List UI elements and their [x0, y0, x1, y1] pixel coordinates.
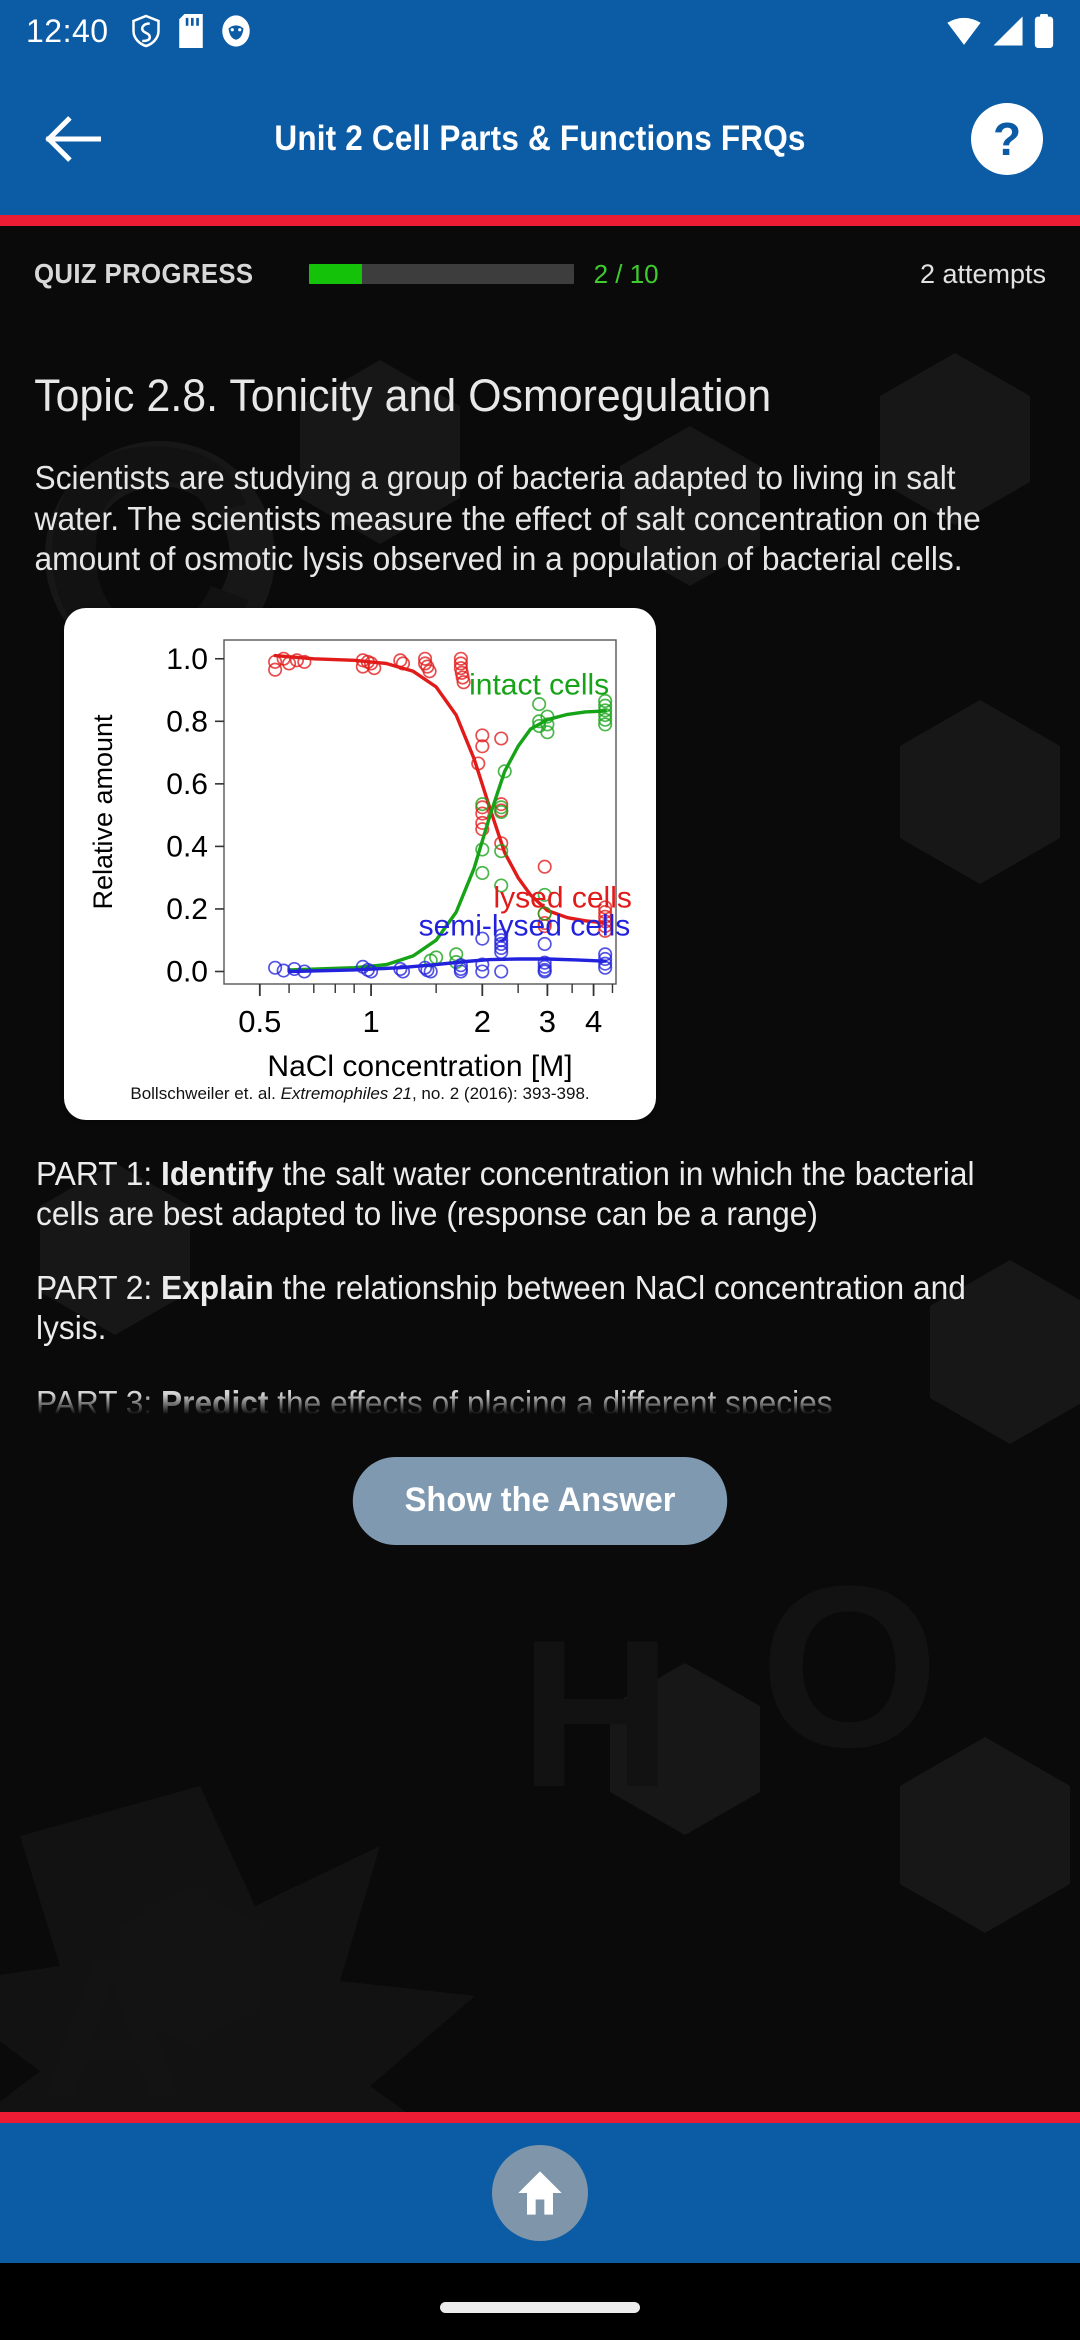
home-button[interactable]	[492, 2145, 588, 2241]
app-badge-icon	[221, 15, 250, 47]
bottom-nav-bar	[0, 2123, 1080, 2263]
chart-svg: 0.0 0.2 0.4 0.6 0.8 1.0 Relative amount 0.5 1 2 3 4…	[88, 639, 632, 1083]
svg-text:intact cells: intact cells	[469, 668, 609, 701]
question-part-1: PART 1: Identify the salt water concentr…	[36, 1154, 1004, 1235]
part-3-text: the effects of placing a different speci…	[277, 1383, 833, 1421]
svg-text:0.4: 0.4	[166, 830, 208, 863]
help-button[interactable]: ?	[968, 100, 1046, 178]
quiz-progress-count: 2 / 10	[593, 258, 659, 289]
show-answer-row: Show the Answer	[0, 1456, 1080, 1545]
svg-text:A: A	[40, 1916, 184, 2112]
svg-text:semi-lysed cells: semi-lysed cells	[419, 909, 631, 942]
page-title: Unit 2 Cell Parts & Functions FRQs	[274, 118, 806, 158]
quiz-progress-label: QUIZ PROGRESS	[34, 258, 254, 289]
quiz-progress-bar	[308, 264, 574, 284]
stimulus-figure-card[interactable]: 0.0 0.2 0.4 0.6 0.8 1.0 Relative amount 0.5 1 2 3 4…	[64, 607, 656, 1120]
part-1-verb: Identify	[161, 1154, 274, 1192]
part-3-lead: PART 3:	[36, 1383, 153, 1421]
gesture-handle[interactable]	[440, 2301, 640, 2313]
svg-text:1.0: 1.0	[166, 642, 208, 675]
part-1-lead: PART 1:	[36, 1154, 153, 1192]
svg-text:0.5: 0.5	[238, 1004, 281, 1039]
show-answer-button[interactable]: Show the Answer	[352, 1456, 728, 1545]
quiz-progress-row: QUIZ PROGRESS 2 / 10 2 attempts	[0, 226, 1080, 322]
svg-text:3: 3	[539, 1004, 556, 1039]
status-bar-system-icons	[946, 14, 1054, 48]
question-part-2: PART 2: Explain the relationship between…	[36, 1268, 1004, 1349]
svg-text:Relative amount: Relative amount	[88, 714, 118, 910]
svg-text:0.8: 0.8	[166, 705, 208, 738]
shield-icon	[131, 14, 160, 48]
svg-text:2: 2	[474, 1004, 491, 1039]
arrow-left-icon	[45, 115, 101, 162]
svg-text:0.6: 0.6	[166, 768, 208, 801]
wifi-icon	[947, 17, 981, 45]
svg-text:4: 4	[585, 1004, 602, 1039]
svg-text:O: O	[760, 1538, 939, 1795]
question-prompt: Scientists are studying a group of bacte…	[34, 459, 981, 578]
help-icon: ?	[971, 102, 1043, 175]
part-2-verb: Explain	[161, 1269, 274, 1307]
bottom-accent-rule	[0, 2112, 1080, 2123]
svg-text:H: H	[520, 1596, 672, 1831]
topic-title: Topic 2.8. Tonicity and Osmoregulation	[34, 370, 772, 421]
quiz-progress-bar-fill	[308, 264, 362, 284]
sd-card-icon	[178, 14, 203, 48]
top-accent-rule	[0, 215, 1080, 226]
gesture-nav-bar	[0, 2263, 1080, 2340]
signal-icon	[993, 16, 1023, 46]
home-icon	[518, 2171, 562, 2215]
attempts-label: 2 attempts	[919, 258, 1046, 289]
chart-plot: 0.0 0.2 0.4 0.6 0.8 1.0 Relative amount 0.5 1 2 3 4…	[64, 618, 656, 1088]
question-scroll-area[interactable]: C O H A QUIZ PROGRESS 2 / 10 2 attempts …	[0, 226, 1080, 2112]
app-bar: Unit 2 Cell Parts & Functions FRQs ?	[0, 62, 1080, 215]
svg-text:0.0: 0.0	[166, 955, 208, 988]
svg-text:NaCl concentration [M]: NaCl concentration [M]	[267, 1050, 572, 1083]
status-bar-clock: 12:40	[26, 12, 109, 49]
svg-text:0.2: 0.2	[166, 893, 208, 926]
svg-text:1: 1	[362, 1004, 379, 1039]
status-bar-notification-icons	[131, 14, 251, 48]
battery-icon	[1034, 14, 1054, 48]
part-2-lead: PART 2:	[36, 1269, 153, 1307]
question-part-3: PART 3: Predict the effects of placing a…	[36, 1383, 1004, 1423]
part-3-verb: Predict	[161, 1383, 269, 1421]
status-bar: 12:40	[0, 0, 1080, 62]
question-parts: PART 1: Identify the salt water concentr…	[0, 1154, 1080, 1423]
back-button[interactable]	[34, 101, 110, 177]
